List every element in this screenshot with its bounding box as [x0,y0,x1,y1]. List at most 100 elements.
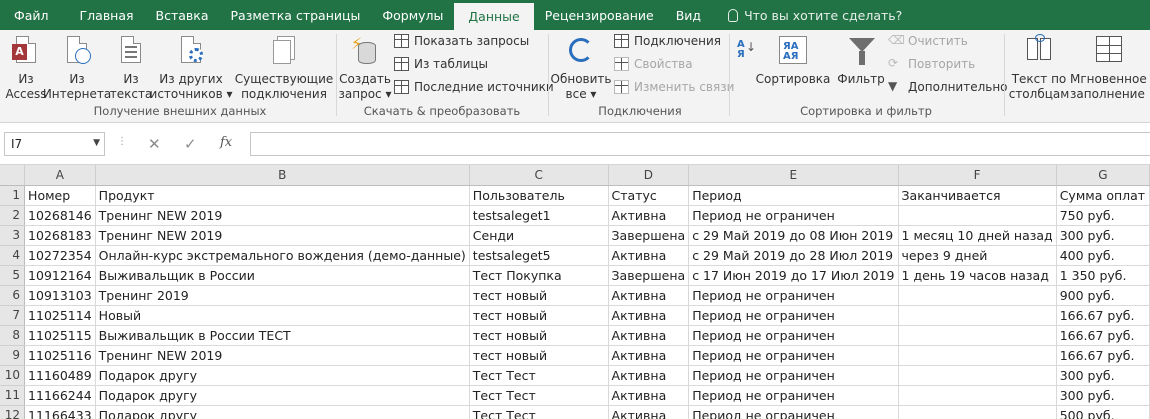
cell-e[interactable]: Период не ограничен [688,405,899,419]
reapply-button[interactable]: ⟳ Повторить [888,54,975,74]
cell-g[interactable]: 900 руб. [1056,285,1150,306]
column-header-c[interactable]: C [469,165,609,186]
cell-d[interactable]: Статус [608,185,690,206]
flash-fill-button[interactable]: Мгновенное заполнение [1068,34,1150,102]
cell-c[interactable]: Тест Тест [469,385,609,406]
cell-f[interactable]: Заканчивается [898,185,1057,206]
cell-b[interactable]: Продукт [95,185,470,206]
refresh-all-button[interactable]: Обновить все ▾ [551,34,611,102]
cell-d[interactable]: Активна [608,345,690,366]
existing-connections-button[interactable]: Существующие подключения [235,34,333,102]
column-header-d[interactable]: D [608,165,690,186]
sort-button[interactable]: ЯА АЯ Сортировка [756,34,830,87]
filter-button[interactable]: Фильтр [837,34,885,87]
cell-c[interactable]: тест новый [469,345,609,366]
select-all-corner[interactable] [0,165,26,186]
cell-a[interactable]: 11025114 [24,305,96,326]
cell-f[interactable] [898,205,1057,226]
cell-e[interactable]: Период не ограничен [688,205,899,226]
cell-b[interactable]: Тренинг 2019 [95,285,470,306]
cell-f[interactable] [898,325,1057,346]
cell-b[interactable]: Тренинг NEW 2019 [95,345,470,366]
new-query-button[interactable]: ⚡ Создать запрос ▾ [339,34,392,102]
cell-a[interactable]: 10272354 [24,245,96,266]
cell-a[interactable]: Номер [24,185,96,206]
row-header[interactable]: 3 [0,225,26,246]
cell-a[interactable]: 11166433 [24,405,96,419]
cell-a[interactable]: 11160489 [24,365,96,386]
cell-g[interactable]: 400 руб. [1056,245,1150,266]
cell-d[interactable]: Активна [608,285,690,306]
cell-b[interactable]: Подарок другу [95,365,470,386]
chevron-down-icon[interactable]: ▼ [93,138,100,148]
cell-e[interactable]: Период не ограничен [688,365,899,386]
tab-review[interactable]: Рецензирование [534,0,665,30]
row-header[interactable]: 9 [0,345,26,366]
cell-a[interactable]: 10912164 [24,265,96,286]
column-header-g[interactable]: G [1056,165,1150,186]
cell-d[interactable]: Активна [608,365,690,386]
cell-b[interactable]: Подарок другу [95,405,470,419]
cell-d[interactable]: Активна [608,325,690,346]
cell-f[interactable] [898,365,1057,386]
cell-g[interactable]: 166.67 руб. [1056,325,1150,346]
clear-filter-button[interactable]: ⌫ Очистить [888,31,968,51]
cell-b[interactable]: Онлайн-курс экстремального вождения (дем… [95,245,470,266]
cell-d[interactable]: Активна [608,205,690,226]
insert-function-icon[interactable]: fx [220,135,232,150]
edit-links-button[interactable]: Изменить связи [614,77,734,97]
cell-c[interactable]: testsaleget1 [469,205,609,226]
text-to-columns-button[interactable]: Текст по столбцам [1009,34,1069,102]
cell-g[interactable]: 300 руб. [1056,225,1150,246]
cell-d[interactable]: Завершена [608,265,690,286]
cell-g[interactable]: 750 руб. [1056,205,1150,226]
cell-f[interactable]: 1 день 19 часов назад [898,265,1057,286]
cell-f[interactable] [898,405,1057,419]
column-header-e[interactable]: E [688,165,899,186]
from-text-button[interactable]: Из текста [110,34,152,102]
cell-e[interactable]: Период не ограничен [688,345,899,366]
formula-input[interactable] [250,132,1150,156]
row-header[interactable]: 4 [0,245,26,266]
row-header[interactable]: 5 [0,265,26,286]
cell-g[interactable]: 300 руб. [1056,365,1150,386]
cell-e[interactable]: с 29 Май 2019 до 08 Июн 2019 [688,225,899,246]
tab-home[interactable]: Главная [69,0,145,30]
row-header[interactable]: 7 [0,305,26,326]
tab-page-layout[interactable]: Разметка страницы [220,0,372,30]
row-header[interactable]: 11 [0,385,26,406]
cell-g[interactable]: 1 350 руб. [1056,265,1150,286]
from-other-sources-button[interactable]: Из других источников ▾ [150,34,232,102]
advanced-filter-button[interactable]: ▼ Дополнительно [888,77,1008,97]
cell-b[interactable]: Тренинг NEW 2019 [95,225,470,246]
column-header-a[interactable]: A [24,165,96,186]
column-header-b[interactable]: B [95,165,470,186]
cell-a[interactable]: 10268146 [24,205,96,226]
cell-e[interactable]: с 17 Июн 2019 до 17 Июл 2019 [688,265,899,286]
cell-c[interactable]: testsaleget5 [469,245,609,266]
row-header[interactable]: 6 [0,285,26,306]
row-header[interactable]: 8 [0,325,26,346]
cell-f[interactable]: 1 месяц 10 дней назад [898,225,1057,246]
cell-a[interactable]: 10268183 [24,225,96,246]
cell-d[interactable]: Завершена [608,225,690,246]
from-web-button[interactable]: Из Интернета [43,34,111,102]
cell-b[interactable]: Тренинг NEW 2019 [95,205,470,226]
formula-bar-splitter[interactable]: ⋮ [117,136,127,147]
cell-e[interactable]: с 29 Май 2019 до 28 Июл 2019 [688,245,899,266]
properties-button[interactable]: Свойства [614,54,693,74]
cell-c[interactable]: Тест Тест [469,405,609,419]
cell-e[interactable]: Период не ограничен [688,305,899,326]
cell-d[interactable]: Активна [608,305,690,326]
cancel-icon[interactable]: ✕ [148,135,161,153]
show-queries-button[interactable]: Показать запросы [394,31,529,51]
tab-formulas[interactable]: Формулы [371,0,454,30]
cell-d[interactable]: Активна [608,245,690,266]
cell-d[interactable]: Активна [608,405,690,419]
cell-a[interactable]: 10913103 [24,285,96,306]
name-box[interactable]: I7 ▼ [4,132,105,156]
cell-f[interactable]: через 9 дней [898,245,1057,266]
enter-icon[interactable]: ✓ [184,135,197,153]
cell-g[interactable]: 500 руб. [1056,405,1150,419]
cell-c[interactable]: тест новый [469,285,609,306]
